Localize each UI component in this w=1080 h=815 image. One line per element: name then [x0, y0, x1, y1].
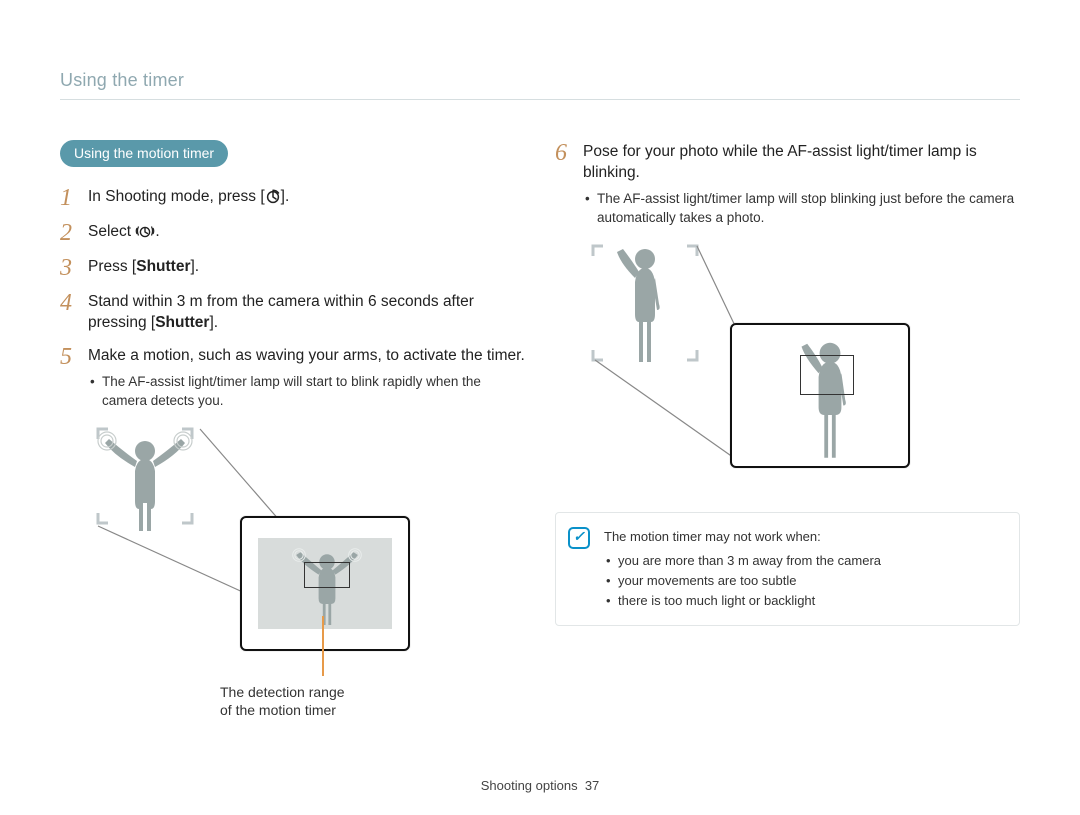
step-subitem: The AF-assist light/timer lamp will stop… — [597, 190, 1020, 228]
timer-icon — [265, 188, 281, 204]
step-body: Press [Shutter]. — [88, 255, 525, 278]
note-list: you are more than 3 m away from the came… — [604, 551, 1003, 611]
focus-rectangle — [800, 355, 854, 395]
steps-list-left: 1 In Shooting mode, press [ ]. 2 Select … — [60, 185, 525, 411]
caption-line: The detection range — [220, 683, 345, 702]
note-box: ✓ The motion timer may not work when: yo… — [555, 512, 1020, 627]
step-text: Press [ — [88, 258, 136, 275]
step-text: Make a motion, such as waving your arms,… — [88, 347, 525, 364]
step-3: 3 Press [Shutter]. — [60, 255, 525, 280]
step-4: 4 Stand within 3 m from the camera withi… — [60, 290, 525, 334]
note-item: there is too much light or backlight — [618, 591, 1003, 611]
section-pill: Using the motion timer — [60, 140, 228, 167]
step-number: 1 — [60, 185, 78, 210]
content-columns: Using the motion timer 1 In Shooting mod… — [60, 140, 1020, 741]
step-text: In Shooting mode, press [ — [88, 188, 265, 205]
step-text: Pose for your photo while the AF-assist … — [583, 143, 977, 181]
step-2: 2 Select . — [60, 220, 525, 245]
camera-back-screen — [730, 323, 910, 468]
step-text-post: . — [155, 223, 159, 240]
step-text: Stand within 3 m from the camera within … — [88, 293, 474, 331]
right-column: 6 Pose for your photo while the AF-assis… — [555, 140, 1020, 741]
step-number: 6 — [555, 140, 573, 165]
step-sublist: The AF-assist light/timer lamp will stop… — [583, 190, 1020, 228]
note-icon: ✓ — [568, 527, 590, 549]
footer-page-number: 37 — [585, 778, 599, 793]
step-text: Select — [88, 223, 135, 240]
person-in-screen-icon — [732, 325, 912, 470]
note-item: your movements are too subtle — [618, 571, 1003, 591]
footer-section: Shooting options — [481, 778, 578, 793]
step-number: 5 — [60, 344, 78, 369]
step-number: 4 — [60, 290, 78, 315]
figure-pose — [585, 238, 1020, 488]
step-subitem: The AF-assist light/timer lamp will star… — [102, 373, 525, 411]
callout-line — [322, 616, 324, 676]
step-body: Pose for your photo while the AF-assist … — [583, 140, 1020, 228]
step-6: 6 Pose for your photo while the AF-assis… — [555, 140, 1020, 228]
step-sublist: The AF-assist light/timer lamp will star… — [88, 373, 525, 411]
left-column: Using the motion timer 1 In Shooting mod… — [60, 140, 525, 741]
step-text-post: ]. — [209, 314, 218, 331]
figure-caption: The detection range of the motion timer — [220, 683, 345, 721]
steps-list-right: 6 Pose for your photo while the AF-assis… — [555, 140, 1020, 228]
step-bold: Shutter — [155, 314, 209, 331]
step-body: Select . — [88, 220, 525, 243]
step-body: Stand within 3 m from the camera within … — [88, 290, 525, 334]
breadcrumb: Using the timer — [60, 70, 1020, 100]
step-5: 5 Make a motion, such as waving your arm… — [60, 344, 525, 411]
step-text-post: ]. — [281, 188, 290, 205]
step-text-post: ]. — [190, 258, 199, 275]
camera-back-screen — [240, 516, 410, 651]
step-body: In Shooting mode, press [ ]. — [88, 185, 525, 208]
page-footer: Shooting options 37 — [0, 778, 1080, 793]
step-number: 3 — [60, 255, 78, 280]
step-number: 2 — [60, 220, 78, 245]
step-body: Make a motion, such as waving your arms,… — [88, 344, 525, 411]
step-bold: Shutter — [136, 258, 190, 275]
motion-timer-icon — [135, 223, 155, 239]
note-intro: The motion timer may not work when: — [604, 527, 1003, 547]
note-item: you are more than 3 m away from the came… — [618, 551, 1003, 571]
step-1: 1 In Shooting mode, press [ ]. — [60, 185, 525, 210]
manual-page: Using the timer Using the motion timer 1… — [0, 0, 1080, 815]
caption-line: of the motion timer — [220, 701, 345, 720]
focus-rectangle — [304, 562, 350, 588]
figure-detection-range: The detection range of the motion timer — [60, 421, 525, 741]
